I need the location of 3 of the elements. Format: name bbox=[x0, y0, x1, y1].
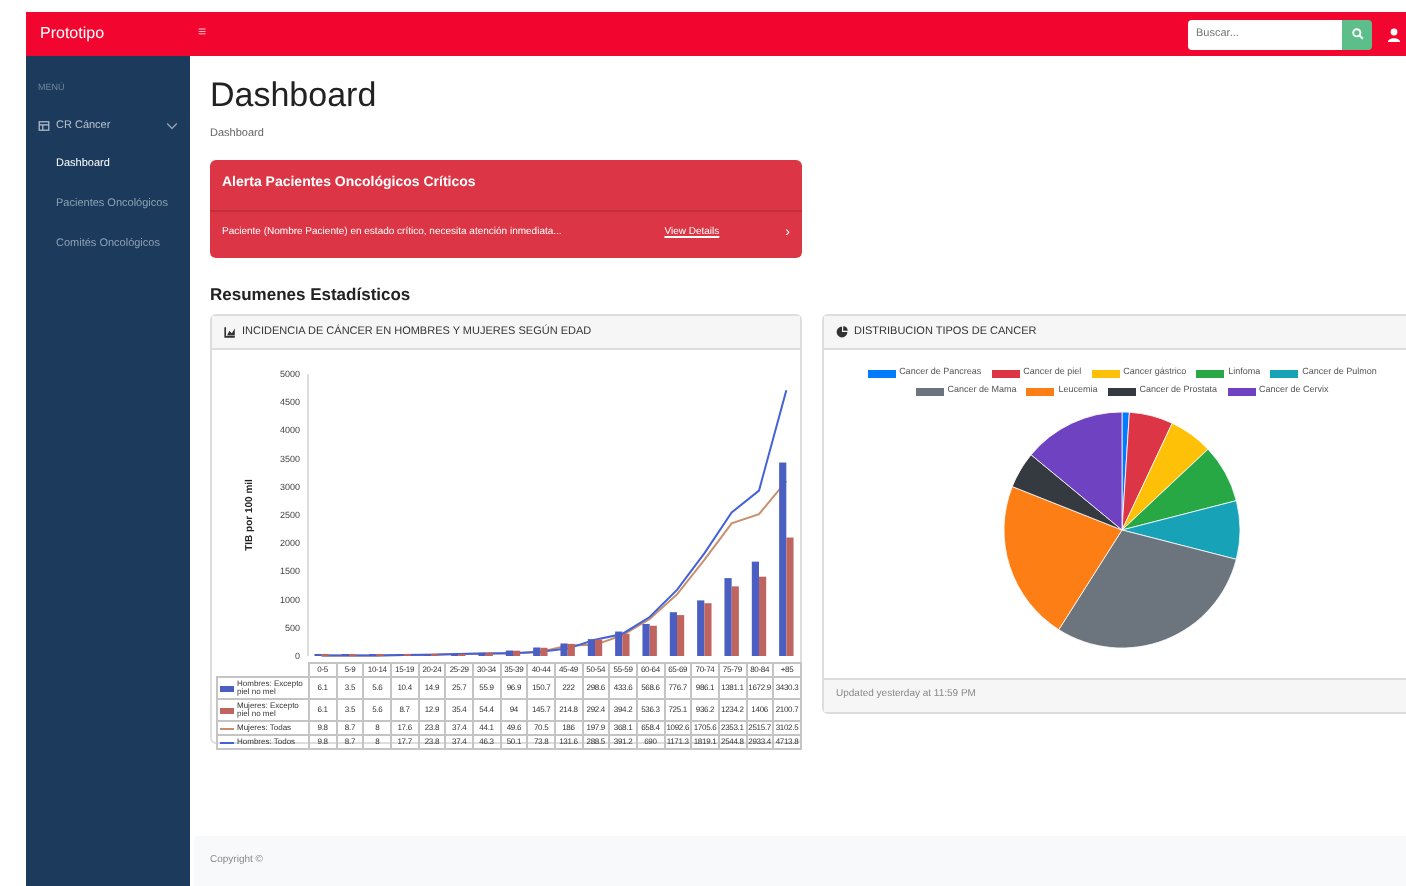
section-title: Resumenes Estadísticos bbox=[210, 281, 411, 307]
brand-name[interactable]: Prototipo bbox=[26, 22, 194, 46]
page-title: Dashboard bbox=[210, 76, 379, 117]
